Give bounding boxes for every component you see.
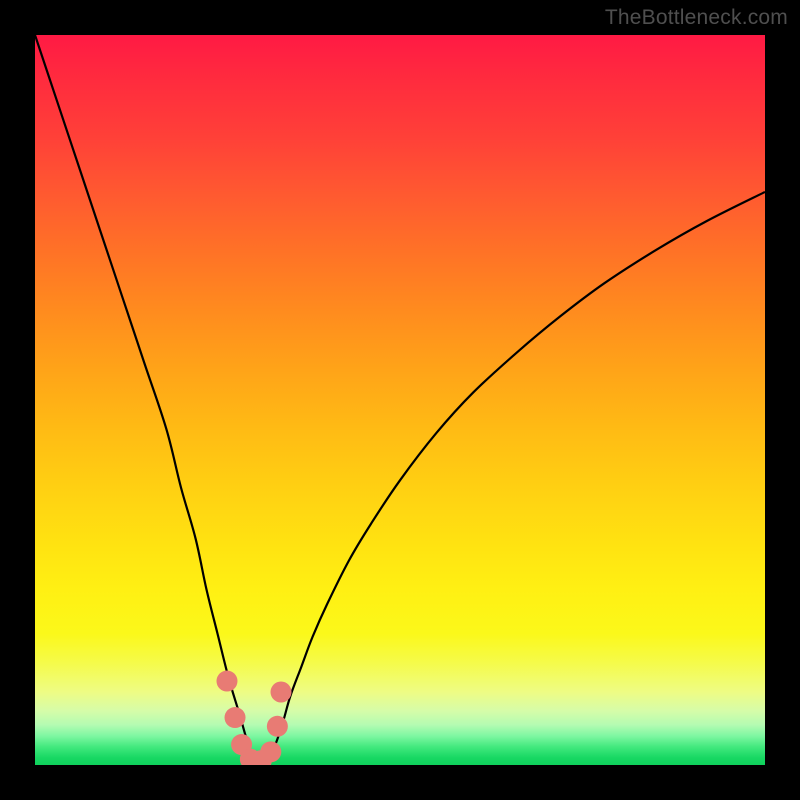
plot-area — [35, 35, 765, 765]
curve-marker — [267, 716, 288, 737]
curve-marker — [216, 671, 237, 692]
bottleneck-curve-path — [35, 35, 765, 763]
curve-markers — [216, 671, 291, 765]
curve-marker — [225, 707, 246, 728]
watermark-text: TheBottleneck.com — [605, 6, 788, 30]
curve-marker — [260, 741, 281, 762]
curve-layer — [35, 35, 765, 765]
chart-frame: TheBottleneck.com — [0, 0, 800, 800]
curve-marker — [271, 682, 292, 703]
